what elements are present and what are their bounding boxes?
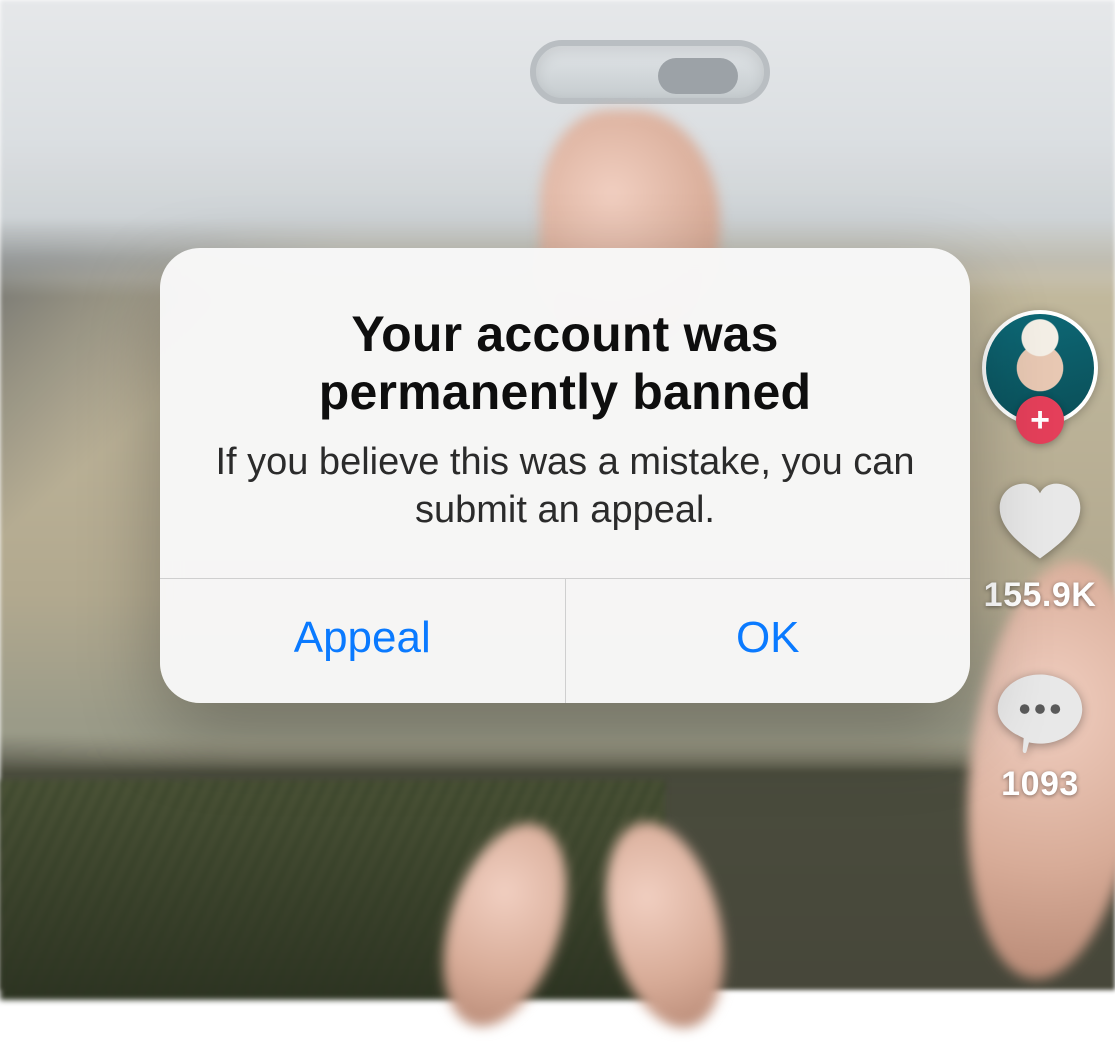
plus-icon: +	[1030, 401, 1050, 440]
car-door-handle	[530, 40, 770, 104]
appeal-button[interactable]: Appeal	[160, 579, 565, 703]
modal-actions: Appeal OK	[160, 578, 970, 703]
follow-button[interactable]: +	[1016, 396, 1064, 444]
creator-avatar[interactable]: +	[982, 310, 1098, 426]
comment-count: 1093	[1001, 765, 1079, 804]
action-rail: + 155.9K 1093	[965, 310, 1115, 804]
ban-alert-modal: Your account was permanently banned If y…	[160, 248, 970, 703]
modal-title: Your account was permanently banned	[200, 306, 930, 421]
heart-icon	[992, 474, 1088, 570]
ok-button[interactable]: OK	[565, 579, 971, 703]
like-count: 155.9K	[984, 576, 1097, 615]
comment-button[interactable]: 1093	[992, 663, 1088, 804]
modal-message: If you believe this was a mistake, you c…	[200, 439, 930, 534]
comment-icon	[992, 663, 1088, 759]
modal-body: Your account was permanently banned If y…	[160, 248, 970, 578]
like-button[interactable]: 155.9K	[984, 474, 1097, 615]
